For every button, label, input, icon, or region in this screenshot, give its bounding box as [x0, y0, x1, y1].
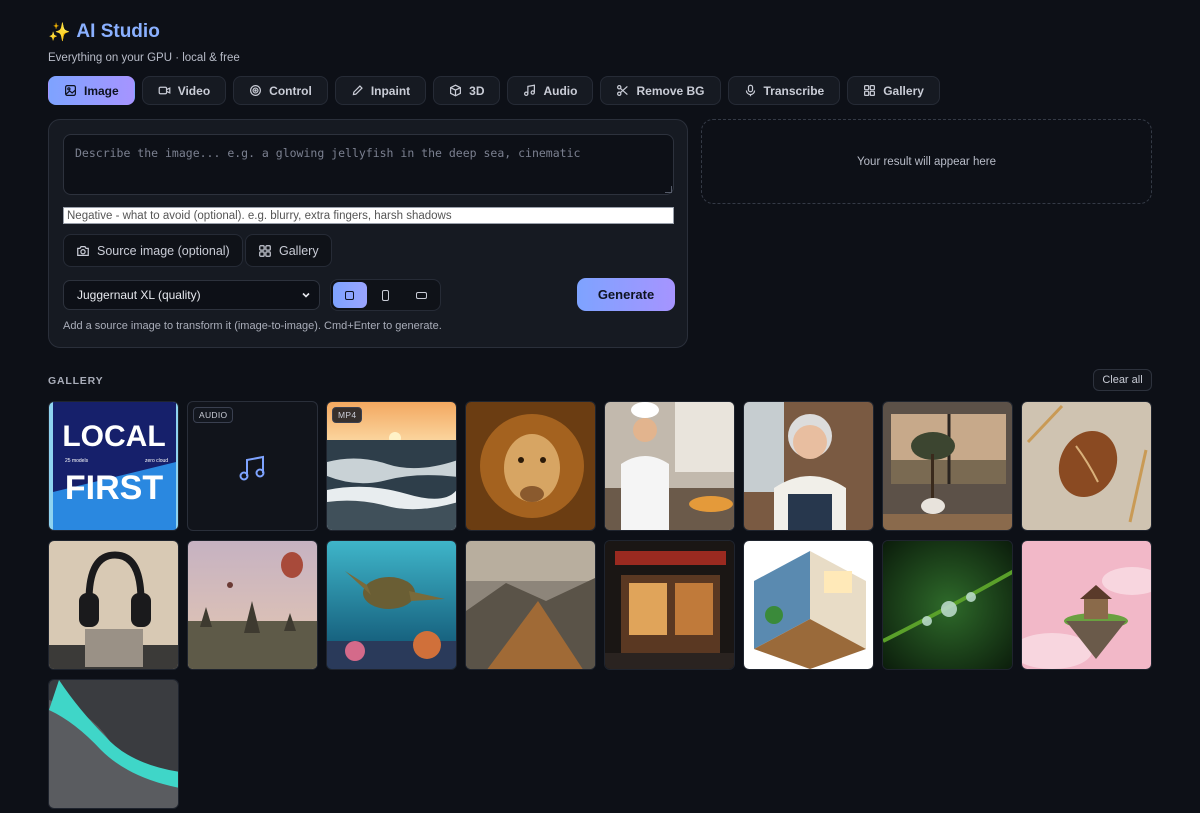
app-root: ✨ AI Studio Everything on your GPU · loc…: [0, 0, 1200, 813]
scissors-icon: [617, 85, 629, 96]
tab-label: Audio: [543, 83, 578, 98]
generation-panel: Source image (optional) Gallery Juggerna…: [48, 119, 688, 348]
portrait-icon: [382, 289, 389, 301]
gallery-item-sea-turtle[interactable]: [326, 540, 457, 670]
brush-icon: [352, 85, 363, 96]
night-storefront-image: [605, 541, 734, 669]
gallery-item-storefront[interactable]: [604, 540, 735, 670]
app-title: ✨ AI Studio: [48, 18, 240, 46]
target-icon: [250, 85, 262, 96]
microphone-icon: [745, 84, 755, 97]
resize-handle[interactable]: [665, 186, 672, 193]
aerial-river-image: [49, 680, 178, 808]
result-placeholder-text: Your result will appear here: [857, 155, 996, 168]
gallery-item-chef[interactable]: [604, 401, 735, 531]
grid-icon: [259, 244, 271, 257]
tab-3d[interactable]: 3D: [433, 76, 501, 105]
tab-label: Transcribe: [763, 83, 825, 98]
app-title-text: AI Studio: [76, 21, 160, 42]
chef-kitchen-image: [605, 402, 734, 530]
chevron-down-icon: [302, 292, 310, 298]
landscape-icon: [415, 291, 427, 299]
gallery-item-balloons[interactable]: [187, 540, 318, 670]
clear-all-button[interactable]: Clear all: [1093, 369, 1152, 391]
tab-label: 3D: [469, 83, 485, 98]
tab-label: Gallery: [883, 83, 924, 98]
tab-label: Video: [177, 83, 211, 98]
tab-control[interactable]: Control: [233, 76, 328, 105]
olive-tree-image: [883, 402, 1012, 530]
tab-transcribe[interactable]: Transcribe: [727, 76, 841, 105]
source-image-label: Source image (optional): [97, 243, 230, 258]
tab-video[interactable]: Video: [141, 76, 227, 105]
mp4-badge: MP4: [332, 407, 363, 423]
lion-image: [466, 402, 595, 530]
gallery-heading: GALLERY: [48, 375, 104, 387]
generation-hint: Add a source image to transform it (imag…: [63, 320, 442, 332]
tab-gallery[interactable]: Gallery: [847, 76, 940, 105]
tab-inpaint[interactable]: Inpaint: [334, 76, 427, 105]
generate-button[interactable]: Generate: [577, 278, 675, 311]
tab-image[interactable]: Image: [48, 76, 135, 105]
isometric-room-image: [744, 541, 873, 669]
gallery-item-grandmother[interactable]: [743, 401, 874, 531]
grandmother-image: [744, 402, 873, 530]
gallery-item-audio[interactable]: AUDIO: [187, 401, 318, 531]
sparkles-icon: ✨: [48, 21, 71, 42]
grid-icon: [864, 85, 876, 96]
tab-label: Inpaint: [370, 83, 411, 98]
gallery-item-olive-tree[interactable]: [882, 401, 1013, 531]
balloons-temples-image: [188, 541, 317, 669]
tab-label: Remove BG: [636, 83, 705, 98]
tab-audio[interactable]: Audio: [507, 76, 594, 105]
poster-small-left: 25 models: [65, 458, 89, 464]
tab-label: Image: [84, 83, 119, 98]
gallery-item-aerial-river[interactable]: [48, 679, 179, 809]
aspect-square-button[interactable]: [333, 282, 367, 308]
app-subtitle: Everything on your GPU · local & free: [48, 52, 240, 64]
prompt-input[interactable]: [63, 134, 674, 195]
headphones-image: [49, 541, 178, 669]
music-icon: [524, 84, 536, 96]
square-icon: [345, 290, 355, 300]
gallery-item-local-first-poster[interactable]: LOCAL 25 models zero cloud FIRST: [48, 401, 179, 531]
audio-badge: AUDIO: [193, 407, 234, 423]
poster-small-right: zero cloud: [145, 458, 168, 464]
gallery-picker-button[interactable]: Gallery: [245, 234, 332, 267]
camera-icon: [77, 245, 89, 256]
gallery-item-headphones[interactable]: [48, 540, 179, 670]
gallery-item-bread[interactable]: [1021, 401, 1152, 531]
gallery-item-dewdrops[interactable]: [882, 540, 1013, 670]
negative-prompt-input[interactable]: [63, 207, 674, 224]
video-icon: [158, 86, 171, 95]
aspect-ratio-toggle: [330, 279, 441, 311]
cube-icon: [450, 84, 462, 97]
header: ✨ AI Studio Everything on your GPU · loc…: [48, 18, 240, 64]
result-placeholder: Your result will appear here: [701, 119, 1152, 204]
gallery-item-ocean-video[interactable]: MP4: [326, 401, 457, 531]
mode-tabs: Image Video Control Inpaint 3D Audio Rem…: [48, 76, 940, 105]
gallery-item-floating-island[interactable]: [1021, 540, 1152, 670]
source-image-button[interactable]: Source image (optional): [63, 234, 243, 267]
gallery-picker-label: Gallery: [279, 243, 319, 258]
aspect-portrait-button[interactable]: [369, 282, 403, 308]
gallery-item-lion[interactable]: [465, 401, 596, 531]
gallery-item-mountain[interactable]: [465, 540, 596, 670]
dewdrops-image: [883, 541, 1012, 669]
model-select-value: Juggernaut XL (quality): [77, 288, 201, 302]
tab-remove-bg[interactable]: Remove BG: [600, 76, 721, 105]
poster-image: LOCAL 25 models zero cloud FIRST: [49, 402, 178, 530]
gallery-item-isometric-room[interactable]: [743, 540, 874, 670]
floating-island-image: [1022, 541, 1151, 669]
sea-turtle-image: [327, 541, 456, 669]
tab-label: Control: [269, 83, 312, 98]
model-select[interactable]: Juggernaut XL (quality): [63, 280, 320, 310]
mountain-ridge-image: [466, 541, 595, 669]
bread-wheat-image: [1022, 402, 1151, 530]
poster-bottom-text: FIRST: [65, 469, 163, 507]
poster-top-text: LOCAL: [62, 420, 165, 453]
image-icon: [65, 85, 76, 96]
aspect-landscape-button[interactable]: [404, 282, 438, 308]
